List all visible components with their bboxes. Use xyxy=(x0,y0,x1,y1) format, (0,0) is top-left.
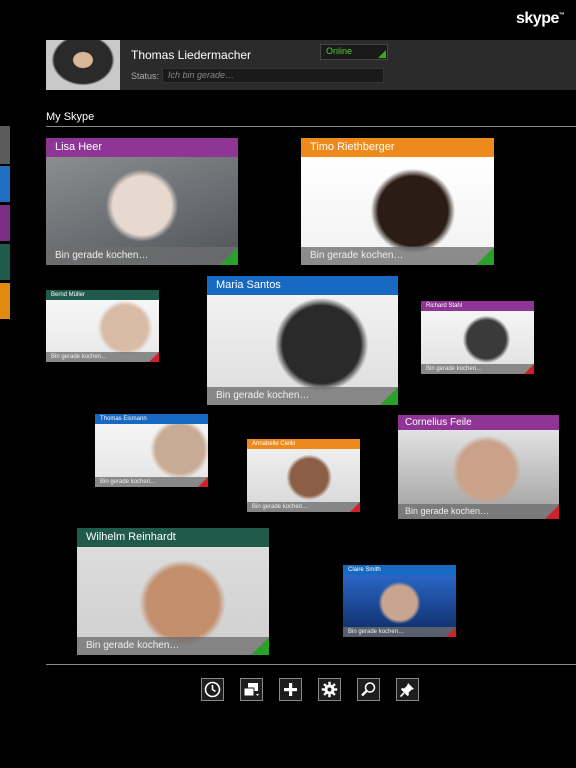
presence-indicator xyxy=(446,627,456,637)
bottom-divider xyxy=(46,664,576,665)
contact-tile[interactable]: Timo Riethberger Bin gerade kochen… xyxy=(301,138,494,265)
side-tab-4[interactable] xyxy=(0,244,10,280)
contact-tile[interactable]: Bernd Müller Bin gerade kochen… xyxy=(46,290,159,362)
switch-view-button[interactable] xyxy=(240,678,263,701)
search-button[interactable] xyxy=(357,678,380,701)
contact-name: Wilhelm Reinhardt xyxy=(77,528,269,547)
section-title: My Skype xyxy=(46,111,95,123)
plus-icon xyxy=(284,683,297,696)
clock-icon xyxy=(204,681,221,698)
contact-tile[interactable]: Richard Stahl Bin gerade kochen… xyxy=(421,301,534,374)
contact-name: Lisa Heer xyxy=(46,138,238,157)
contact-status: Bin gerade kochen… xyxy=(77,637,269,655)
contact-name: Annabelle Ciello xyxy=(247,439,360,449)
contact-status: Bin gerade kochen… xyxy=(343,627,456,637)
contact-name: Timo Riethberger xyxy=(301,138,494,157)
profile-bar: Thomas Liedermacher Online Status: Ich b… xyxy=(46,40,576,90)
side-tab-5[interactable] xyxy=(0,283,10,319)
search-icon xyxy=(361,682,376,697)
windows-icon xyxy=(243,683,259,697)
pin-button[interactable] xyxy=(396,678,419,701)
contact-status: Bin gerade kochen… xyxy=(421,364,534,374)
contact-tile[interactable]: Annabelle Ciello Bin gerade kochen… xyxy=(247,439,360,512)
gear-icon xyxy=(321,681,338,698)
contact-status: Bin gerade kochen… xyxy=(207,387,398,405)
presence-indicator xyxy=(149,352,159,362)
contact-status: Bin gerade kochen… xyxy=(46,247,238,265)
contact-tile[interactable]: Cornelius Feile Bin gerade kochen… xyxy=(398,415,559,519)
section-divider xyxy=(46,126,576,127)
avatar[interactable] xyxy=(46,40,120,90)
presence-indicator xyxy=(220,247,238,265)
chevron-down-icon xyxy=(378,50,386,58)
presence-indicator xyxy=(251,637,269,655)
skype-logo: skype™ xyxy=(516,10,565,27)
contact-tile[interactable]: Thomas Eismann Bin gerade kochen… xyxy=(95,414,208,487)
contact-name: Bernd Müller xyxy=(46,290,159,300)
contact-status: Bin gerade kochen… xyxy=(301,247,494,265)
settings-button[interactable] xyxy=(318,678,341,701)
profile-name: Thomas Liedermacher xyxy=(131,48,252,62)
presence-dropdown[interactable]: Online xyxy=(320,44,388,60)
presence-indicator xyxy=(524,364,534,374)
presence-indicator xyxy=(380,387,398,405)
contact-status: Bin gerade kochen… xyxy=(95,477,208,487)
history-button[interactable] xyxy=(201,678,224,701)
contact-tile[interactable]: Lisa Heer Bin gerade kochen… xyxy=(46,138,238,265)
contact-name: Claire Smith xyxy=(343,565,456,575)
contact-tile[interactable]: Claire Smith Bin gerade kochen… xyxy=(343,565,456,637)
contact-status: Bin gerade kochen… xyxy=(247,502,360,512)
presence-indicator xyxy=(350,502,360,512)
contact-name: Maria Santos xyxy=(207,276,398,295)
presence-indicator xyxy=(545,505,559,519)
side-tab-3[interactable] xyxy=(0,205,10,241)
add-contact-button[interactable] xyxy=(279,678,302,701)
contact-name: Cornelius Feile xyxy=(398,415,559,430)
presence-indicator xyxy=(476,247,494,265)
contact-tile[interactable]: Maria Santos Bin gerade kochen… xyxy=(207,276,398,405)
status-input[interactable]: Ich bin gerade… xyxy=(162,68,384,83)
presence-value: Online xyxy=(326,46,353,56)
presence-indicator xyxy=(198,477,208,487)
contact-status: Bin gerade kochen… xyxy=(398,504,559,519)
side-tab-1[interactable] xyxy=(0,126,10,164)
pin-icon xyxy=(399,683,414,698)
contact-tile[interactable]: Wilhelm Reinhardt Bin gerade kochen… xyxy=(77,528,269,655)
status-label: Status: xyxy=(131,71,160,81)
contact-status: Bin gerade kochen… xyxy=(46,352,159,362)
side-tab-2[interactable] xyxy=(0,166,10,202)
contact-name: Thomas Eismann xyxy=(95,414,208,424)
contact-name: Richard Stahl xyxy=(421,301,534,311)
